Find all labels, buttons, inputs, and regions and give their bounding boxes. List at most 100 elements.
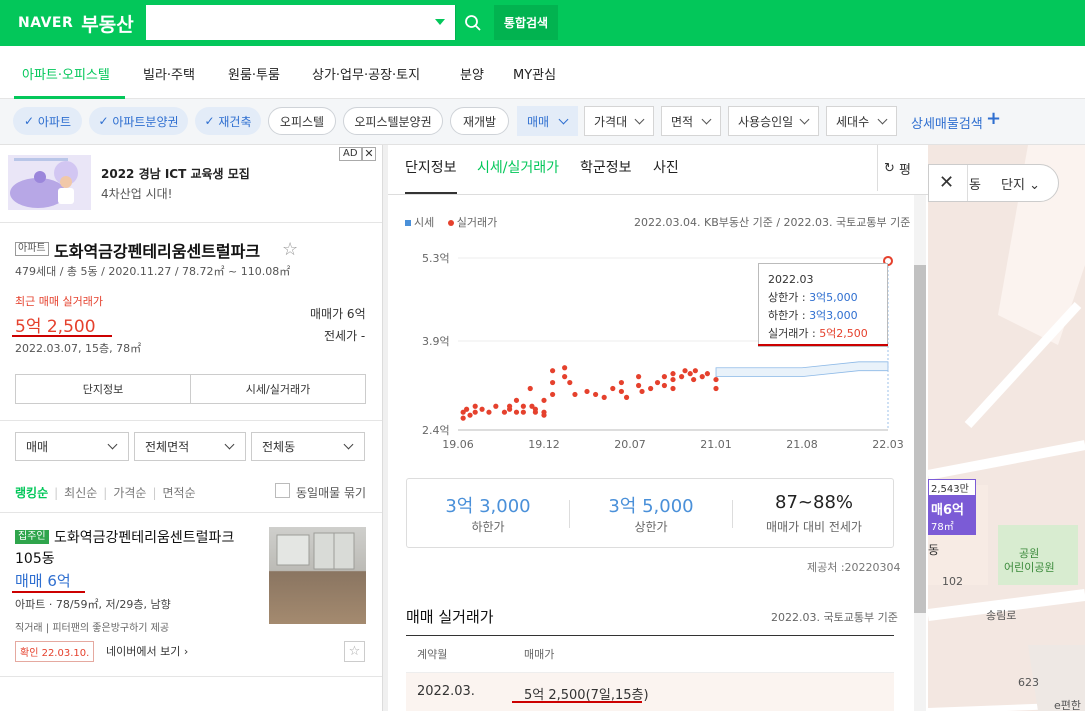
nav-oneroom-tworoom[interactable]: 원룸·투룸 [228, 64, 280, 83]
detail-scrollbar-thumb[interactable] [914, 265, 926, 613]
chart-point [472, 403, 478, 409]
price-info-button[interactable]: 시세/실거래가 [191, 375, 365, 403]
map-marker-price: 매6억 [931, 503, 964, 518]
tab-photo[interactable]: 사진 [653, 157, 679, 177]
summary-upper-value: 3억 5,000 [608, 496, 694, 517]
search-button[interactable] [455, 5, 490, 40]
room-photo-icon [276, 532, 355, 570]
chevron-down-icon: ⌄ [1029, 178, 1040, 193]
ad-illustration-icon [10, 158, 78, 208]
map-label-epyeonhan: e편한 [1054, 699, 1082, 711]
chart-point [670, 385, 676, 392]
dropdown-households[interactable]: 세대수 [826, 106, 897, 136]
favorite-star-icon[interactable]: ☆ [282, 239, 298, 260]
listing-favorite-star-icon[interactable]: ☆ [344, 641, 365, 662]
complex-type-badge: 아파트 [15, 242, 49, 256]
check-icon: ✓ [24, 114, 38, 128]
tab-school[interactable]: 학군정보 [580, 157, 632, 177]
list-trade-dropdown[interactable]: 매매 [15, 432, 129, 461]
legend-market-label: 시세 [414, 216, 435, 229]
tab-price-real[interactable]: 시세/실거래가 [477, 157, 559, 177]
listing-spec: 아파트 · 78/59㎡, 저/29층, 남향 [15, 598, 171, 611]
detail-search-link[interactable]: 상세매물검색 [911, 113, 983, 132]
nav-my-interest[interactable]: MY관심 [513, 64, 556, 83]
dropdown-label: 사용승인일 [738, 114, 794, 129]
close-icon[interactable]: ✕ [939, 173, 954, 193]
complex-name: 도화역금강펜테리움센트럴파크 [54, 242, 261, 261]
listing-price: 매매 6억 [15, 572, 71, 590]
detail-panel: 단지정보 시세/실거래가 학군정보 사진 ↻ 평 시세 실거래가 2022.03… [388, 145, 928, 711]
plus-icon[interactable]: + [986, 110, 1001, 128]
search-dropdown-icon[interactable] [435, 19, 445, 25]
ad-banner[interactable]: 2022 경남 ICT 교육생 모집 4차산업 시대! AD ✕ [0, 145, 382, 223]
view-on-naver-link[interactable]: 네이버에서 보기 › [106, 643, 188, 659]
listing-photo[interactable] [269, 527, 366, 624]
chart-point [562, 374, 568, 380]
chart-point [527, 385, 533, 392]
chip-officetel-presale[interactable]: 오피스텔분양권 [343, 107, 443, 135]
map-dong-button[interactable]: 동 [969, 174, 981, 193]
tab-complex-info[interactable]: 단지정보 [405, 157, 457, 177]
dropdown-label: 가격대 [594, 114, 628, 129]
chart-point [507, 406, 513, 412]
chip-apartment-presale[interactable]: ✓ 아파트분양권 [89, 107, 188, 135]
complex-info-button[interactable]: 단지정보 [16, 375, 191, 403]
deals-header-month: 계약월 [417, 648, 448, 661]
map-marker-unit-price: 2,543만 [931, 484, 969, 495]
sort-ranking[interactable]: 랭킹순 [15, 486, 48, 500]
sort-price[interactable]: 가격순 [113, 486, 146, 500]
nav-apartment-officetel[interactable]: 아파트·오피스텔 [22, 64, 110, 83]
listing-name[interactable]: 도화역금강펜테리움센트럴파크 [54, 527, 234, 547]
map-price-marker[interactable]: 2,543만 매6억 78㎡ [928, 479, 976, 535]
group-same-listings-checkbox[interactable] [275, 483, 290, 498]
search-input[interactable] [146, 5, 416, 40]
summary-ratio: 87~88% 매매가 대비 전세가 [733, 479, 895, 549]
chart-y-tick-label: 5.3억 [422, 252, 450, 265]
check-icon: ✓ [98, 114, 113, 128]
map-view[interactable]: ✕ 동 단지 ⌄ 2,543만 매6억 78㎡ 동 공원 어린이공원 102 송… [928, 145, 1085, 711]
sort-separator: | [152, 486, 157, 500]
tooltip-month: 2022.03 [768, 273, 814, 286]
dropdown-area[interactable]: 면적 [661, 106, 721, 136]
group-same-listings-label: 동일매물 묶기 [296, 486, 367, 500]
recent-deal-price: 5억 2,500 [15, 317, 96, 337]
nav-presale[interactable]: 분양 [460, 64, 484, 83]
chart-point [691, 376, 697, 383]
nav-villa-house[interactable]: 빌라·주택 [143, 64, 195, 83]
chip-officetel[interactable]: 오피스텔 [268, 107, 336, 135]
chart-x-tick-label: 21.08 [786, 438, 818, 451]
refresh-icon: ↻ [884, 160, 900, 176]
chart-point [493, 403, 499, 409]
chevron-down-icon [558, 114, 569, 125]
map-label-songnim-ro: 송림로 [986, 609, 1017, 622]
chart-x-tick-label: 21.01 [700, 438, 732, 451]
list-area-dropdown[interactable]: 전체면적 [134, 432, 246, 461]
sort-latest[interactable]: 최신순 [64, 486, 97, 500]
chip-apartment[interactable]: ✓ 아파트 [13, 107, 82, 135]
chart-point [541, 412, 547, 418]
sort-area[interactable]: 면적순 [163, 486, 196, 500]
chip-label: 아파트 [37, 114, 71, 129]
listing-dong: 105동 [15, 551, 55, 567]
chevron-down-icon [224, 439, 235, 450]
dropdown-label: 전체동 [262, 440, 296, 454]
naver-logo[interactable]: NAVER 부동산 [18, 9, 134, 37]
map-ctrl-divider [967, 165, 968, 201]
list-dong-dropdown[interactable]: 전체동 [251, 432, 365, 461]
confirm-date-badge: 확인 22.03.10. [15, 641, 95, 662]
map-filter-control: ✕ 동 단지 ⌄ [928, 164, 1059, 202]
chip-redevelopment[interactable]: 재개발 [450, 107, 509, 135]
recent-deal-label: 최근 매매 실거래가 [15, 295, 103, 308]
total-search-button[interactable]: 통합검색 [494, 5, 558, 40]
dropdown-approval-date[interactable]: 사용승인일 [728, 106, 819, 136]
ad-close-icon[interactable]: ✕ [362, 147, 376, 161]
chip-reconstruction[interactable]: ✓ 재건축 [195, 107, 261, 135]
complex-info: 479세대 / 총 5동 / 2020.11.27 / 78.72㎡ ~ 110… [15, 265, 291, 278]
dropdown-price[interactable]: 가격대 [584, 106, 654, 136]
map-danji-button[interactable]: 단지 ⌄ [1001, 174, 1040, 193]
dropdown-trade-type[interactable]: 매매 [517, 106, 578, 136]
nav-commercial-land[interactable]: 상가·업무·공장·토지 [312, 64, 420, 83]
deals-header-line [406, 635, 894, 636]
unit-toggle-button[interactable]: ↻ 평 [877, 145, 917, 191]
chart-x-tick-label: 19.06 [442, 438, 474, 451]
